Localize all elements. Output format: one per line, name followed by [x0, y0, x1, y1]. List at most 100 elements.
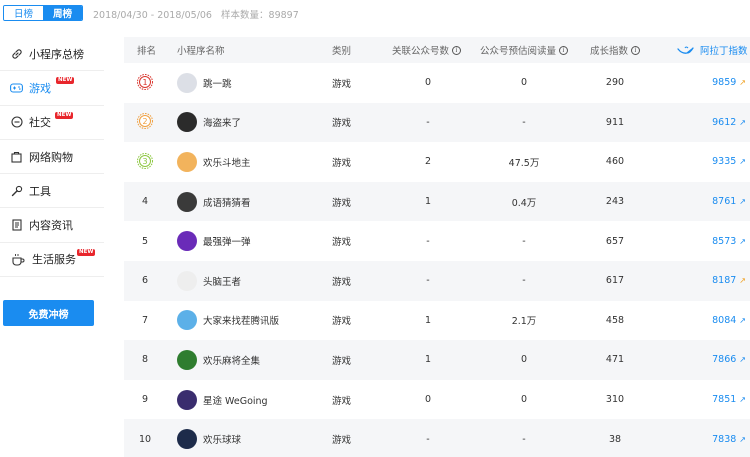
- col-rank: 排名: [137, 37, 156, 63]
- table-row[interactable]: 1 跳一跳 游戏 0 0 290 9859 ↗: [124, 63, 750, 103]
- linked-accounts-value: -: [426, 116, 430, 128]
- table-row[interactable]: 9 星途 WeGoing 游戏 0 0 310 7851 ↗: [124, 380, 750, 420]
- est-reads-value: 0: [520, 77, 528, 89]
- aladdin-index-value: 8187: [712, 275, 737, 287]
- aladdin-index-cell: 8573 ↗: [684, 221, 746, 261]
- app-name[interactable]: 欢乐麻将全集: [203, 353, 260, 367]
- rank-cell: 9: [135, 380, 155, 420]
- sidebar-item-tools[interactable]: 工具: [0, 174, 104, 209]
- rank-cell: 1: [135, 63, 155, 103]
- table-row[interactable]: 4 成语猜猜看 游戏 1 0.4万 243 8761 ↗: [124, 181, 750, 222]
- app-name-cell[interactable]: 头脑王者: [177, 261, 241, 301]
- est-reads-value: -: [522, 116, 526, 128]
- table-row[interactable]: 2 海盗来了 游戏 - - 911 9612 ↗: [124, 102, 750, 143]
- chat-icon: [10, 116, 23, 129]
- col-aladdin-label: 阿拉丁指数: [700, 46, 748, 57]
- app-name[interactable]: 海盗来了: [203, 115, 241, 129]
- col-linked-accounts: 关联公众号数 i: [392, 37, 462, 63]
- aladdin-index-value: 9612: [712, 116, 737, 128]
- tab-weekly[interactable]: 周榜: [43, 6, 82, 20]
- growth-value: 471: [605, 354, 625, 366]
- free-rank-boost-button[interactable]: 免费冲榜: [3, 300, 94, 326]
- app-name[interactable]: 最强弹一弹: [203, 234, 251, 248]
- growth-value: 460: [605, 156, 625, 168]
- rank-number: 6: [141, 275, 149, 287]
- date-info: 2018/04/30 - 2018/05/06 样本数量：89897: [93, 7, 299, 21]
- app-name[interactable]: 成语猜猜看: [203, 195, 251, 209]
- col-aladdin[interactable]: 阿拉丁指数: [676, 37, 748, 63]
- table-row[interactable]: 7 大家来找茬腾讯版 游戏 1 2.1万 458 8084 ↗: [124, 301, 750, 341]
- growth-cell: 617: [590, 261, 640, 301]
- rank-cell: 8: [135, 340, 155, 380]
- app-name-cell[interactable]: 欢乐麻将全集: [177, 340, 260, 380]
- app-name-cell[interactable]: 跳一跳: [177, 63, 232, 103]
- aladdin-index-cell: 9335 ↗: [684, 142, 746, 182]
- sample-count: 89897: [268, 10, 299, 21]
- category-value: 游戏: [332, 157, 352, 169]
- aladdin-index-value: 7838: [712, 433, 737, 445]
- category-cell: 游戏: [332, 340, 351, 380]
- est-reads-cell: 2.1万: [484, 301, 564, 341]
- rank-medal-icon: 2: [137, 113, 153, 130]
- trend-up-icon: ↗: [739, 355, 746, 365]
- trend-up-icon: ↗: [739, 197, 746, 207]
- linked-accounts-value: 1: [424, 196, 432, 208]
- linked-accounts-value: 1: [424, 354, 432, 366]
- sidebar-item-lifestyle[interactable]: 生活服务 NEW: [0, 243, 104, 278]
- aladdin-lamp-icon: [677, 46, 694, 54]
- app-name[interactable]: 头脑王者: [203, 274, 241, 288]
- new-badge: NEW: [56, 77, 75, 85]
- sidebar-item-shopping[interactable]: 网络购物: [0, 140, 104, 175]
- app-name[interactable]: 星途 WeGoing: [203, 393, 268, 407]
- aladdin-index-cell: 8187 ↗: [684, 261, 746, 301]
- app-name-cell[interactable]: 欢乐斗地主: [177, 142, 251, 182]
- sidebar-item-overall[interactable]: 小程序总榜: [0, 37, 104, 72]
- app-avatar: [177, 112, 197, 133]
- app-name-cell[interactable]: 欢乐球球: [177, 419, 241, 457]
- app-name-cell[interactable]: 星途 WeGoing: [177, 380, 268, 420]
- app-name-cell[interactable]: 成语猜猜看: [177, 182, 251, 222]
- growth-cell: 290: [590, 63, 640, 103]
- app-name[interactable]: 跳一跳: [203, 76, 232, 90]
- table-row[interactable]: 6 头脑王者 游戏 - - 617 8187 ↗: [124, 260, 750, 301]
- category-cell: 游戏: [332, 301, 351, 341]
- info-icon[interactable]: i: [631, 45, 641, 55]
- app-name-cell[interactable]: 大家来找茬腾讯版: [177, 301, 279, 341]
- category-value: 游戏: [332, 355, 352, 367]
- col-category-label: 类别: [332, 46, 352, 57]
- aladdin-index-cell: 8084 ↗: [684, 301, 746, 341]
- app-name-cell[interactable]: 最强弹一弹: [177, 221, 251, 261]
- app-name[interactable]: 欢乐斗地主: [203, 155, 251, 169]
- rank-number: 3: [142, 157, 147, 166]
- wrench-icon: [10, 184, 23, 197]
- app-name-cell[interactable]: 海盗来了: [177, 103, 241, 143]
- table-row[interactable]: 5 最强弹一弹 游戏 - - 657 8573 ↗: [124, 221, 750, 261]
- trend-up-icon: ↗: [739, 117, 746, 127]
- table-row[interactable]: 10 欢乐球球 游戏 - - 38 7838 ↗: [124, 419, 750, 457]
- table-body: 1 跳一跳 游戏 0 0 290 9859 ↗ 2 海盗来了 游戏 - -911 9612 ↗ 3 欢乐斗地主游…: [124, 63, 750, 457]
- linked-accounts-cell: 2: [394, 142, 462, 182]
- aladdin-index-cell: 8761 ↗: [684, 182, 746, 222]
- table-row[interactable]: 3 欢乐斗地主 游戏 2 47.5万 460 9335 ↗: [124, 142, 750, 182]
- app-name[interactable]: 欢乐球球: [203, 432, 241, 446]
- new-badge: NEW: [55, 111, 74, 119]
- sidebar-item-label: 游戏: [29, 81, 51, 95]
- tab-daily[interactable]: 日榜: [4, 6, 43, 20]
- linked-accounts-value: 1: [424, 314, 432, 326]
- col-name-label: 小程序名称: [177, 46, 225, 57]
- sidebar-item-content[interactable]: 内容资讯: [0, 208, 104, 243]
- trend-up-icon: ↗: [739, 315, 746, 325]
- sidebar-item-social[interactable]: 社交 NEW: [0, 106, 104, 140]
- rank-cell: 3: [135, 142, 155, 182]
- table-row[interactable]: 8 欢乐麻将全集 游戏 1 0 471 7866 ↗: [124, 340, 750, 380]
- info-icon[interactable]: i: [559, 45, 569, 55]
- info-icon[interactable]: i: [452, 45, 462, 55]
- ranking-table: 排名 小程序名称 类别 关联公众号数 i 公众号预估阅读量 i 成长指数 i 阿拉丁指…: [124, 37, 750, 457]
- sidebar-item-games[interactable]: 游戏 NEW: [0, 71, 104, 106]
- growth-cell: 310: [590, 380, 640, 420]
- rank-medal-icon: 1: [137, 73, 153, 90]
- col-name: 小程序名称: [177, 37, 225, 63]
- app-name[interactable]: 大家来找茬腾讯版: [203, 313, 279, 327]
- col-category: 类别: [332, 37, 351, 63]
- category-value: 游戏: [332, 237, 352, 249]
